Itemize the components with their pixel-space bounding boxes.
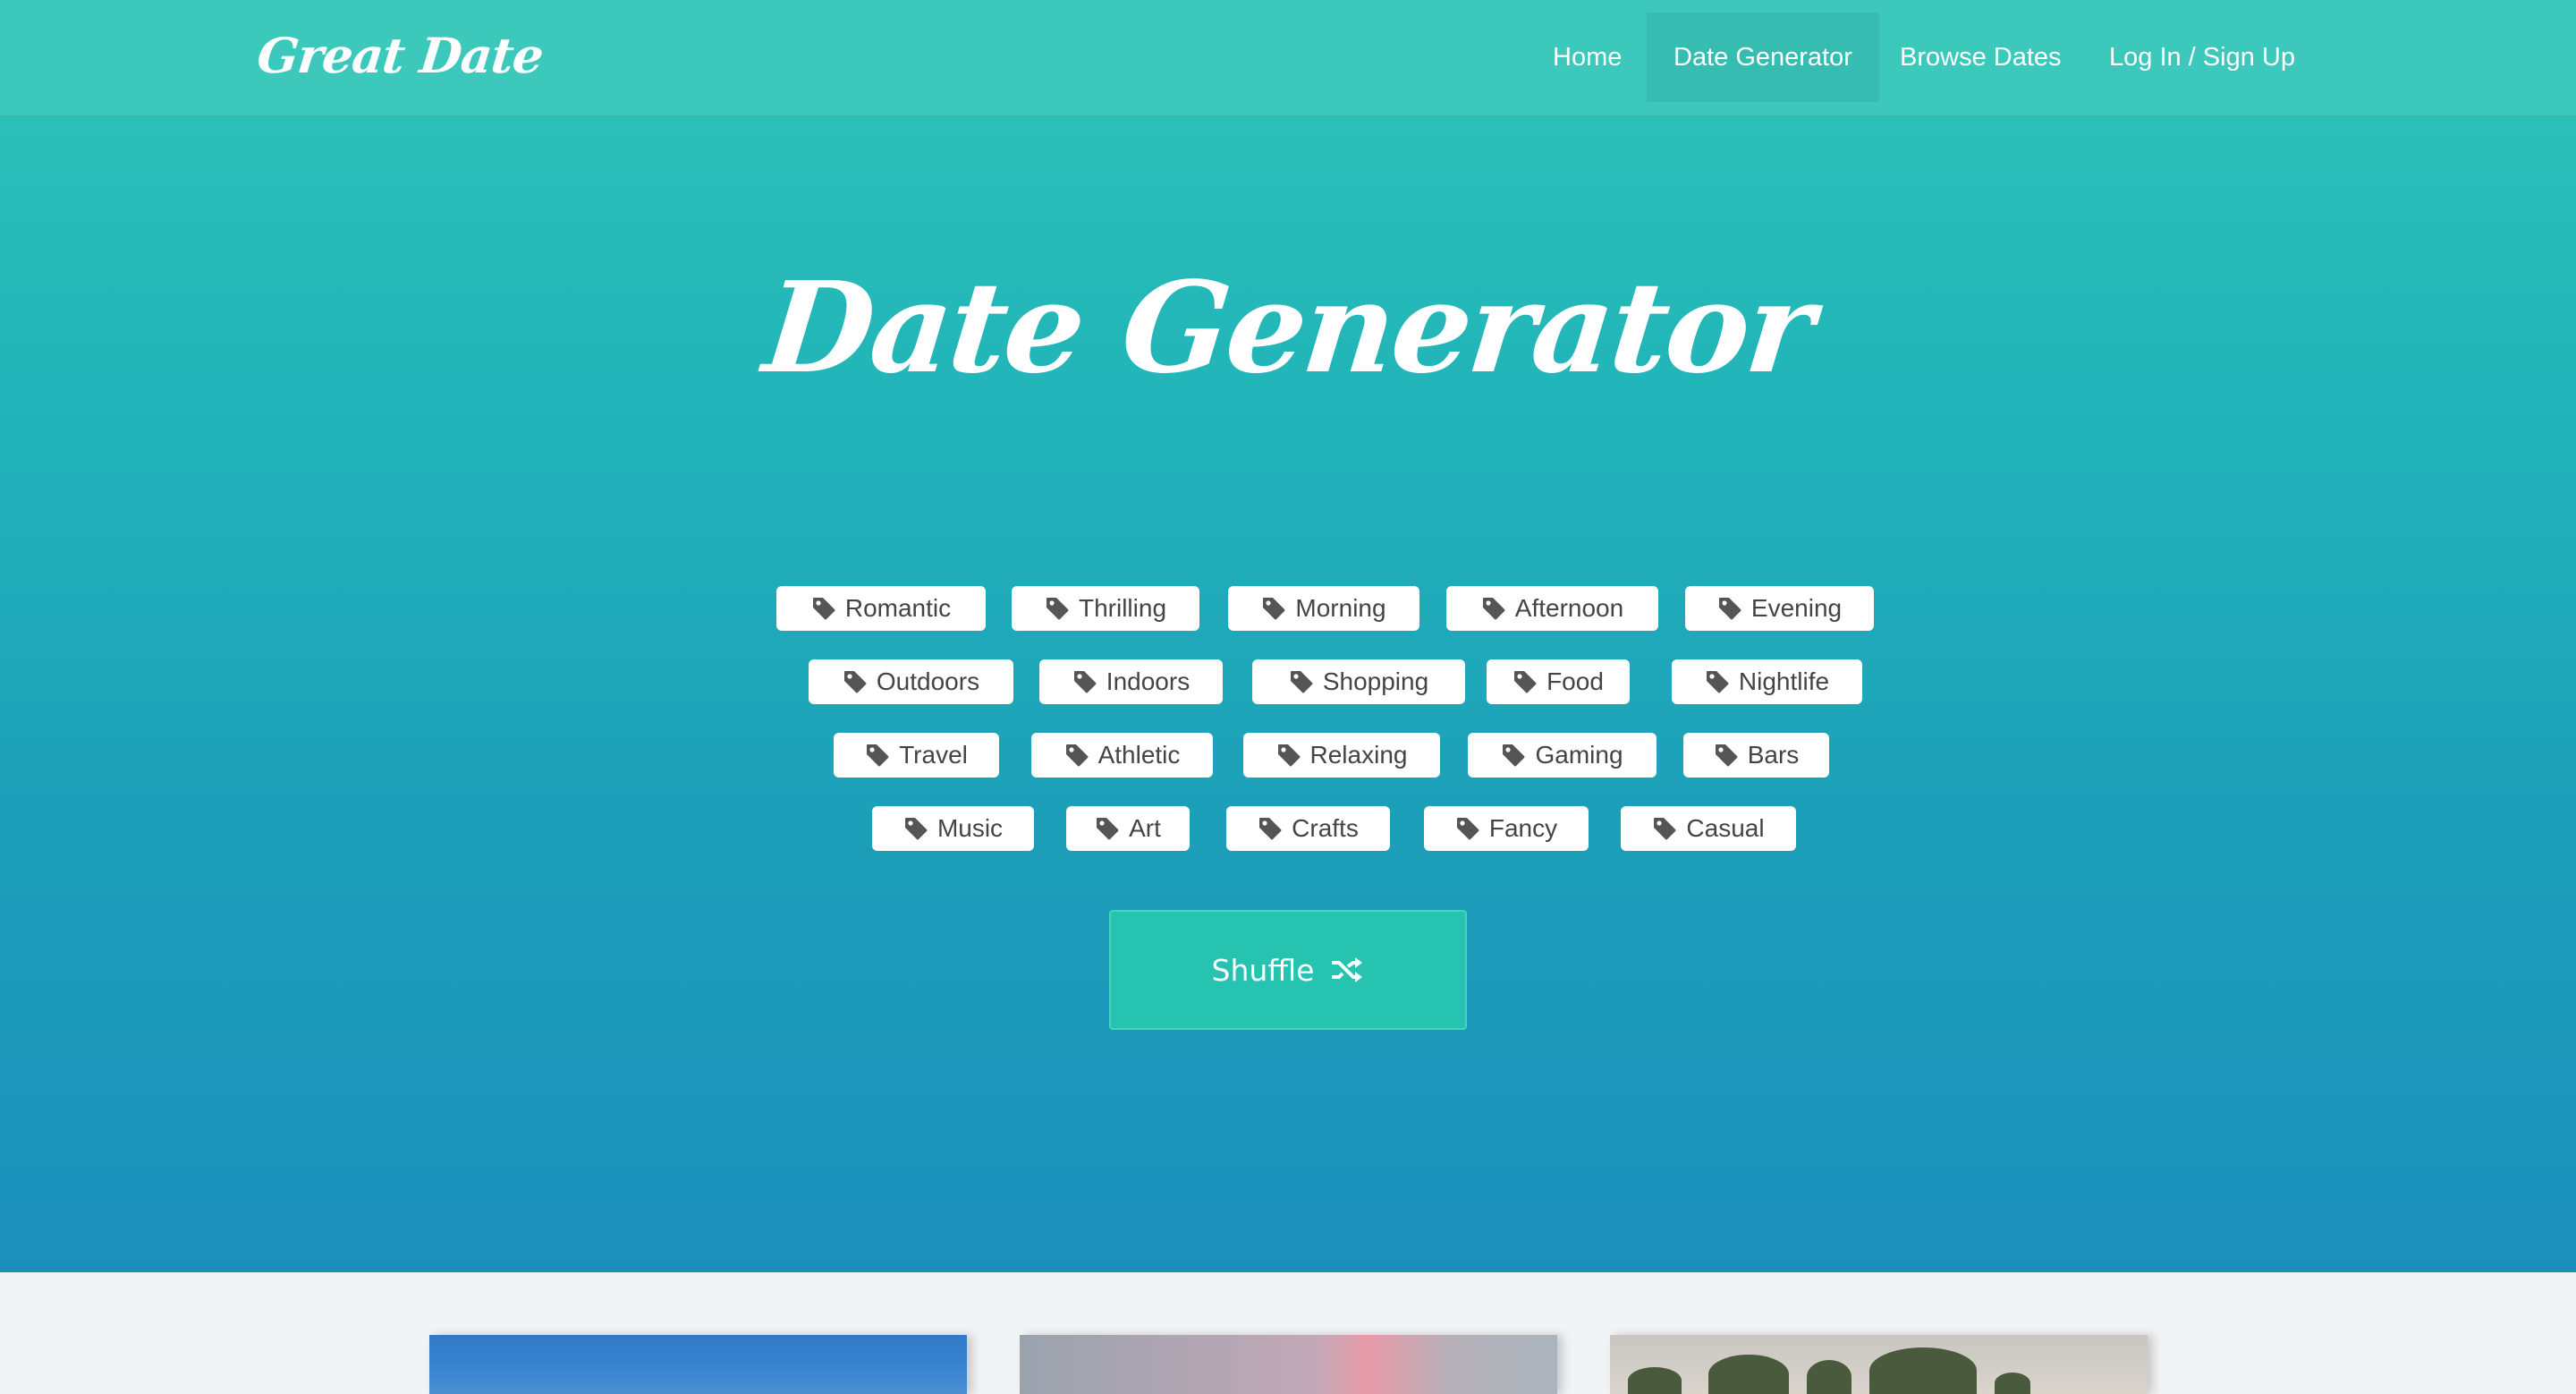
tag-label: Evening <box>1750 594 1843 622</box>
tag-row-4: Music Art Crafts Fancy Casual <box>0 806 2576 851</box>
scenery-shape <box>1869 1347 1977 1394</box>
tag-art[interactable]: Art <box>1066 806 1190 851</box>
tag-icon <box>1652 816 1677 841</box>
tag-label: Music <box>936 814 1004 842</box>
tag-label: Romantic <box>844 594 952 622</box>
tag-bars[interactable]: Bars <box>1683 733 1829 778</box>
tag-shopping[interactable]: Shopping <box>1252 659 1465 704</box>
scenery-shape <box>1995 1373 2030 1394</box>
date-card-image[interactable] <box>1020 1335 1557 1394</box>
shuffle-button[interactable]: Shuffle <box>1109 910 1467 1030</box>
tag-icon <box>1501 743 1526 768</box>
tag-label: Thrilling <box>1078 594 1167 622</box>
tag-icon <box>903 816 928 841</box>
tag-fancy[interactable]: Fancy <box>1424 806 1589 851</box>
tag-icon <box>1717 596 1742 621</box>
tag-crafts[interactable]: Crafts <box>1226 806 1390 851</box>
tag-icon <box>865 743 890 768</box>
tag-label: Bars <box>1747 741 1800 769</box>
tag-label: Casual <box>1686 814 1765 842</box>
tag-icon <box>1705 669 1730 694</box>
tag-label: Indoors <box>1106 667 1191 695</box>
tag-icon <box>1455 816 1480 841</box>
tag-label: Food <box>1546 667 1604 695</box>
tag-label: Afternoon <box>1514 594 1624 622</box>
navbar: Great Date Home Date Generator Browse Da… <box>0 0 2576 117</box>
tag-athletic[interactable]: Athletic <box>1031 733 1213 778</box>
tag-music[interactable]: Music <box>872 806 1034 851</box>
tag-row-2: Outdoors Indoors Shopping Food Nightlife <box>0 659 2576 704</box>
nav-date-generator[interactable]: Date Generator <box>1647 13 1879 102</box>
tag-evening[interactable]: Evening <box>1685 586 1874 631</box>
scenery-shape <box>1807 1360 1852 1394</box>
tag-food[interactable]: Food <box>1487 659 1630 704</box>
nav-browse-dates[interactable]: Browse Dates <box>1873 13 2089 102</box>
tag-label: Outdoors <box>876 667 980 695</box>
nav-home[interactable]: Home <box>1526 13 1648 102</box>
shuffle-label: Shuffle <box>1211 952 1315 988</box>
tag-row-3: Travel Athletic Relaxing Gaming Bars <box>0 733 2576 778</box>
tag-casual[interactable]: Casual <box>1621 806 1796 851</box>
tag-label: Morning <box>1295 594 1386 622</box>
scenery-shape <box>1628 1367 1682 1394</box>
tag-label: Travel <box>899 741 968 769</box>
tag-label: Athletic <box>1097 741 1181 769</box>
tag-icon <box>1072 669 1097 694</box>
tag-indoors[interactable]: Indoors <box>1039 659 1223 704</box>
tag-icon <box>1045 596 1070 621</box>
tag-relaxing[interactable]: Relaxing <box>1243 733 1440 778</box>
tag-icon <box>1261 596 1286 621</box>
tag-travel[interactable]: Travel <box>834 733 999 778</box>
tag-icon <box>1276 743 1301 768</box>
tag-icon <box>1714 743 1739 768</box>
tag-nightlife[interactable]: Nightlife <box>1672 659 1862 704</box>
tag-icon <box>1289 669 1314 694</box>
shuffle-icon <box>1332 957 1363 982</box>
tag-label: Fancy <box>1488 814 1558 842</box>
tag-gaming[interactable]: Gaming <box>1468 733 1657 778</box>
tag-afternoon[interactable]: Afternoon <box>1446 586 1658 631</box>
tag-icon <box>1513 669 1538 694</box>
tag-label: Art <box>1129 814 1161 842</box>
tag-label: Nightlife <box>1738 667 1830 695</box>
tag-label: Crafts <box>1292 814 1359 842</box>
date-card-image[interactable] <box>1610 1335 2148 1394</box>
tag-label: Shopping <box>1322 667 1429 695</box>
brand-logo[interactable]: Great Date <box>255 27 547 84</box>
tag-row-1: Romantic Thrilling Morning Afternoon Eve… <box>0 586 2576 631</box>
tag-icon <box>811 596 836 621</box>
tag-icon <box>1064 743 1089 768</box>
tag-romantic[interactable]: Romantic <box>776 586 986 631</box>
tag-icon <box>843 669 868 694</box>
page-title: Date Generator <box>758 255 1818 402</box>
tag-morning[interactable]: Morning <box>1228 586 1419 631</box>
tag-icon <box>1481 596 1506 621</box>
nav-login-signup[interactable]: Log In / Sign Up <box>2082 13 2322 102</box>
date-card-image[interactable] <box>429 1335 967 1394</box>
tag-icon <box>1095 816 1120 841</box>
tag-thrilling[interactable]: Thrilling <box>1012 586 1199 631</box>
scenery-shape <box>1708 1355 1789 1394</box>
tag-icon <box>1258 816 1283 841</box>
tag-outdoors[interactable]: Outdoors <box>809 659 1013 704</box>
hero-section <box>0 0 2576 1272</box>
tag-label: Gaming <box>1535 741 1623 769</box>
tag-label: Relaxing <box>1309 741 1408 769</box>
